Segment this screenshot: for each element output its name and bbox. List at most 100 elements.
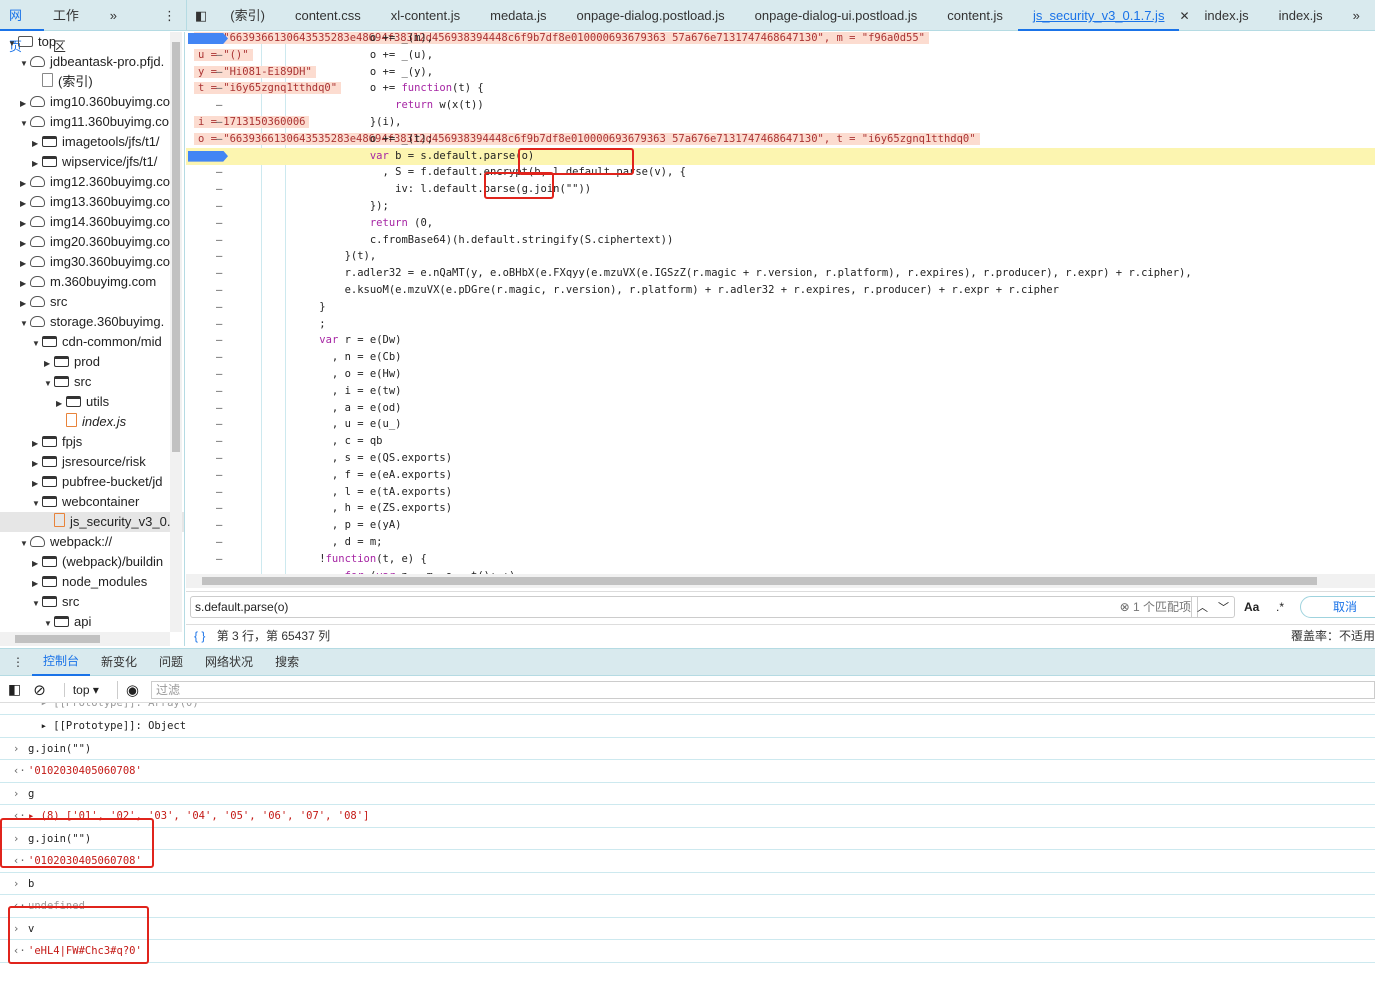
line-number-marker[interactable]: – (216, 215, 222, 232)
more-tabs-icon[interactable]: » (101, 0, 126, 31)
line-number-marker[interactable]: – (216, 164, 222, 181)
file-tab[interactable]: medata.js (475, 0, 561, 31)
expanded-triangle-icon[interactable]: ▼ (8, 34, 18, 54)
line-number-marker[interactable]: – (216, 80, 222, 97)
line-number-marker[interactable]: – (216, 299, 222, 316)
expanded-triangle-icon[interactable]: ▼ (44, 614, 54, 634)
console-row[interactable]: › v (0, 918, 1375, 940)
tree-item[interactable]: ▼ cdn-common/mid (0, 332, 184, 352)
tree-item[interactable]: js_security_v3_0. (0, 512, 184, 532)
tree-item[interactable]: ▶ fpjs (0, 432, 184, 452)
tree-item[interactable]: ▼ storage.360buyimg. (0, 312, 184, 332)
search-input[interactable]: s.default.parse(o) ⊗ 1 个匹配项 (190, 596, 1198, 618)
file-tab[interactable]: content.css (280, 0, 376, 31)
console-row[interactable]: ▸ [[Prototype]]: Array(0) (0, 703, 1375, 715)
tree-item[interactable]: ▶ utils (0, 392, 184, 412)
expanded-triangle-icon[interactable]: ▼ (20, 314, 30, 334)
expanded-triangle-icon[interactable]: ▼ (20, 54, 30, 74)
collapsed-triangle-icon[interactable]: ▶ (20, 274, 30, 294)
line-number-marker[interactable]: – (216, 97, 222, 114)
line-number-marker[interactable]: – (216, 500, 222, 517)
collapsed-triangle-icon[interactable]: ▶ (20, 294, 30, 314)
tree-item[interactable]: ▼ jdbeantask-pro.pfjd. (0, 52, 184, 72)
collapsed-triangle-icon[interactable]: ▶ (44, 354, 54, 374)
pretty-print-icon[interactable]: { } (194, 629, 205, 643)
line-number-marker[interactable]: – (216, 181, 222, 198)
tree-item[interactable]: ▶ img12.360buyimg.co (0, 172, 184, 192)
console-row[interactable]: › g.join("") (0, 828, 1375, 850)
more-options-icon[interactable]: ⋮ (154, 0, 185, 31)
line-number-marker[interactable]: – (216, 551, 222, 568)
line-number-marker[interactable]: – (216, 265, 222, 282)
match-case-button[interactable]: Aa (1244, 600, 1259, 614)
file-tab[interactable]: xl-content.js (376, 0, 475, 31)
tab-page[interactable]: 网页 (0, 0, 44, 54)
collapsed-triangle-icon[interactable]: ▶ (20, 174, 30, 194)
toggle-navigator-icon[interactable]: ◧ (187, 0, 215, 31)
console-output[interactable]: ▸ [[Prototype]]: Array(0) ▸ [[Prototype]… (0, 703, 1375, 989)
breakpoint-marker[interactable] (188, 33, 228, 44)
line-number-marker[interactable]: – (216, 232, 222, 249)
line-number-marker[interactable]: – (216, 517, 222, 534)
console-row[interactable]: ‹·'eHL4|FW#Chc3#q?0' (0, 940, 1375, 963)
tree-item[interactable]: ▶ img30.360buyimg.co (0, 252, 184, 272)
line-number-marker[interactable]: – (216, 383, 222, 400)
collapsed-triangle-icon[interactable]: ▶ (20, 194, 30, 214)
tree-item[interactable]: ▼ img11.360buyimg.co (0, 112, 184, 132)
console-row[interactable]: › b (0, 873, 1375, 895)
tree-item[interactable]: ▼ src (0, 372, 184, 392)
line-number-marker[interactable]: – (216, 131, 222, 148)
line-number-marker[interactable]: – (216, 114, 222, 131)
line-number-marker[interactable]: – (216, 366, 222, 383)
line-number-marker[interactable]: – (216, 450, 222, 467)
tree-item[interactable]: ▼ webcontainer (0, 492, 184, 512)
line-number-marker[interactable]: – (216, 416, 222, 433)
tree-item[interactable]: (索引) (0, 72, 184, 92)
file-tab[interactable]: index.js (1190, 0, 1264, 31)
tree-item[interactable]: index.js (0, 412, 184, 432)
expanded-triangle-icon[interactable]: ▼ (32, 494, 42, 514)
collapsed-triangle-icon[interactable]: ▶ (32, 454, 42, 474)
line-number-marker[interactable]: – (216, 64, 222, 81)
tree-item[interactable]: ▶ img14.360buyimg.co (0, 212, 184, 232)
line-number-marker[interactable]: – (216, 433, 222, 450)
tree-item[interactable]: ▼ webpack:// (0, 532, 184, 552)
eye-icon[interactable]: ◉ (116, 680, 139, 699)
sidebar-toggle-icon[interactable]: ◧ (8, 681, 21, 698)
collapsed-triangle-icon[interactable]: ▶ (32, 474, 42, 494)
file-tab[interactable]: onpage-dialog-ui.postload.js (740, 0, 933, 31)
tree-item[interactable]: ▶ jsresource/risk (0, 452, 184, 472)
expanded-triangle-icon[interactable]: ▼ (32, 334, 42, 354)
next-match-icon[interactable]: ﹀ (1218, 599, 1229, 615)
close-tab-icon[interactable]: ✕ (1179, 9, 1189, 23)
console-row[interactable]: ‹· ▸ (8) ['01', '02', '03', '04', '05', '… (0, 805, 1375, 828)
console-row[interactable]: ‹· '0102030405060708' (0, 850, 1375, 873)
more-tabs-icon[interactable]: » (1338, 0, 1375, 31)
line-number-marker[interactable]: – (216, 534, 222, 551)
editor-horizontal-scrollbar[interactable] (186, 574, 1375, 588)
clear-console-icon[interactable]: ⊘ (33, 681, 46, 699)
drawer-tab[interactable]: 新变化 (90, 649, 148, 675)
tree-item[interactable]: ▶ imagetools/jfs/t1/ (0, 132, 184, 152)
collapsed-triangle-icon[interactable]: ▶ (32, 574, 42, 594)
regex-button[interactable]: .* (1276, 600, 1284, 614)
breakpoint-marker[interactable] (188, 150, 228, 162)
tree-item[interactable]: ▼ top (0, 32, 184, 52)
drawer-menu-icon[interactable]: ⋮ (0, 649, 32, 675)
tree-item[interactable]: ▶ src (0, 292, 184, 312)
cancel-button[interactable]: 取消 (1300, 596, 1375, 618)
console-row[interactable]: › g.join("") (0, 738, 1375, 760)
tree-horizontal-scrollbar[interactable] (0, 632, 170, 646)
line-number-marker[interactable]: – (216, 467, 222, 484)
console-row[interactable]: ▸ [[Prototype]]: Object (0, 715, 1375, 738)
drawer-tab[interactable]: 问题 (148, 649, 194, 675)
tree-item[interactable]: ▶ img10.360buyimg.co (0, 92, 184, 112)
drawer-tab[interactable]: 搜索 (264, 649, 310, 675)
file-tab[interactable]: (索引) (215, 0, 280, 31)
clear-search-icon[interactable]: ⊗ (1120, 600, 1130, 614)
expanded-triangle-icon[interactable]: ▼ (20, 534, 30, 554)
tree-item[interactable]: ▶ img13.360buyimg.co (0, 192, 184, 212)
tree-vertical-scrollbar[interactable] (170, 32, 182, 632)
line-number-marker[interactable]: – (216, 316, 222, 333)
file-tab[interactable]: content.js (932, 0, 1018, 31)
